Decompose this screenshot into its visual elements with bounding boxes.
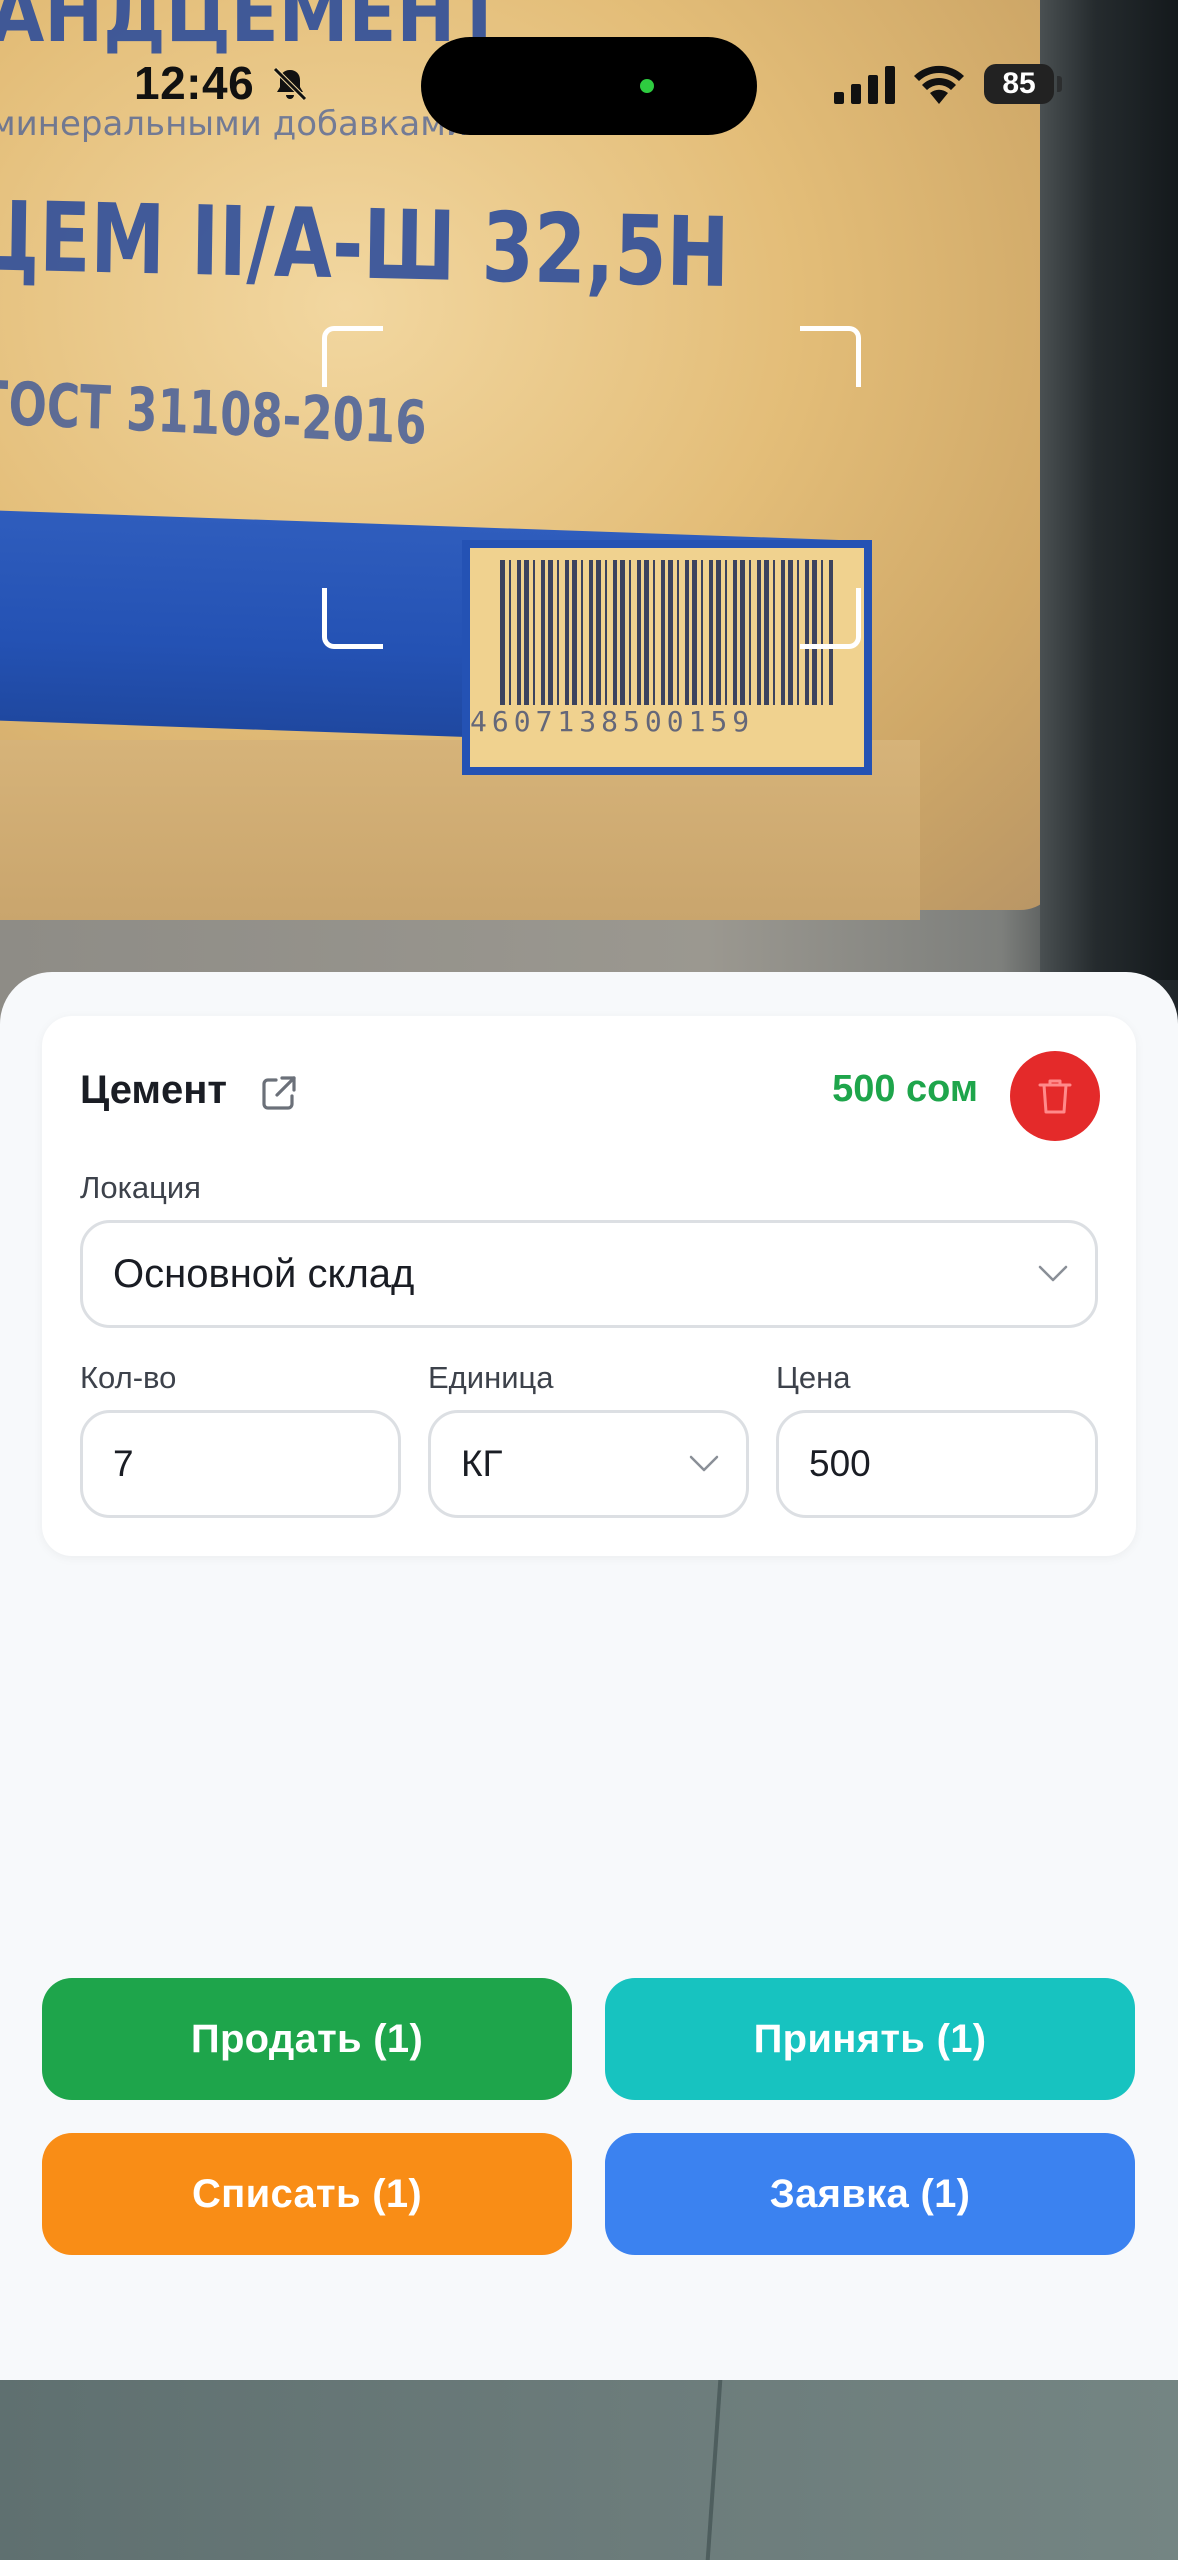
quantity-value: 7 bbox=[113, 1443, 134, 1484]
delete-item-button[interactable] bbox=[1010, 1051, 1100, 1141]
bag-print-grade: ЦЕМ II/А-Ш 32,5Н bbox=[0, 180, 730, 309]
scan-frame-corner-top-right bbox=[800, 326, 861, 387]
status-time: 12:46 bbox=[134, 57, 255, 109]
write-off-button-label: Списать (1) bbox=[191, 2171, 423, 2216]
write-off-button[interactable]: Списать (1) bbox=[42, 2133, 572, 2255]
camera-in-use-indicator bbox=[640, 79, 654, 93]
product-name: Цемент bbox=[80, 1068, 228, 1112]
quantity-input[interactable]: 7 bbox=[80, 1410, 401, 1518]
price-value: 500 bbox=[809, 1443, 871, 1484]
trash-icon bbox=[1038, 1079, 1072, 1114]
unit-select[interactable]: КГ bbox=[428, 1410, 749, 1518]
location-value: Основной склад bbox=[113, 1251, 415, 1296]
chevron-down-icon bbox=[689, 1455, 719, 1472]
scan-frame-corner-bottom-right bbox=[800, 588, 861, 649]
scan-frame-corner-bottom-left bbox=[322, 588, 383, 649]
price-input[interactable]: 500 bbox=[776, 1410, 1098, 1518]
barcode bbox=[500, 560, 835, 705]
external-link-icon[interactable] bbox=[258, 1072, 300, 1114]
dynamic-island bbox=[421, 37, 757, 135]
location-select[interactable]: Основной склад bbox=[80, 1220, 1098, 1328]
bell-slash-icon bbox=[273, 67, 307, 101]
unit-value: КГ bbox=[461, 1443, 503, 1484]
battery-icon: 85 bbox=[984, 64, 1054, 104]
chevron-down-icon bbox=[1038, 1265, 1068, 1282]
receive-button[interactable]: Принять (1) bbox=[605, 1978, 1135, 2100]
door-frame bbox=[1040, 0, 1178, 980]
scan-frame-corner-top-left bbox=[322, 326, 383, 387]
location-label: Локация bbox=[80, 1170, 201, 1205]
request-button-label: Заявка (1) bbox=[769, 2171, 971, 2216]
cellular-signal-icon bbox=[834, 66, 895, 104]
product-price: 500 сом bbox=[832, 1068, 978, 1110]
barcode-digits: 4607138500159 bbox=[470, 705, 755, 738]
sell-button[interactable]: Продать (1) bbox=[42, 1978, 572, 2100]
wifi-icon bbox=[914, 65, 964, 104]
request-button[interactable]: Заявка (1) bbox=[605, 2133, 1135, 2255]
receive-button-label: Принять (1) bbox=[753, 2016, 987, 2061]
unit-label: Единица bbox=[428, 1360, 554, 1395]
battery-level: 85 bbox=[1002, 67, 1036, 100]
floor bbox=[0, 2380, 1178, 2560]
battery-tip bbox=[1057, 76, 1062, 92]
quantity-label: Кол-во bbox=[80, 1360, 177, 1395]
bag-print-brand: АНДЦЕМЕНТ bbox=[0, 0, 504, 60]
bag-print-subtitle: минеральными добавками bbox=[0, 104, 468, 144]
price-label: Цена bbox=[776, 1360, 851, 1395]
sell-button-label: Продать (1) bbox=[190, 2016, 424, 2061]
